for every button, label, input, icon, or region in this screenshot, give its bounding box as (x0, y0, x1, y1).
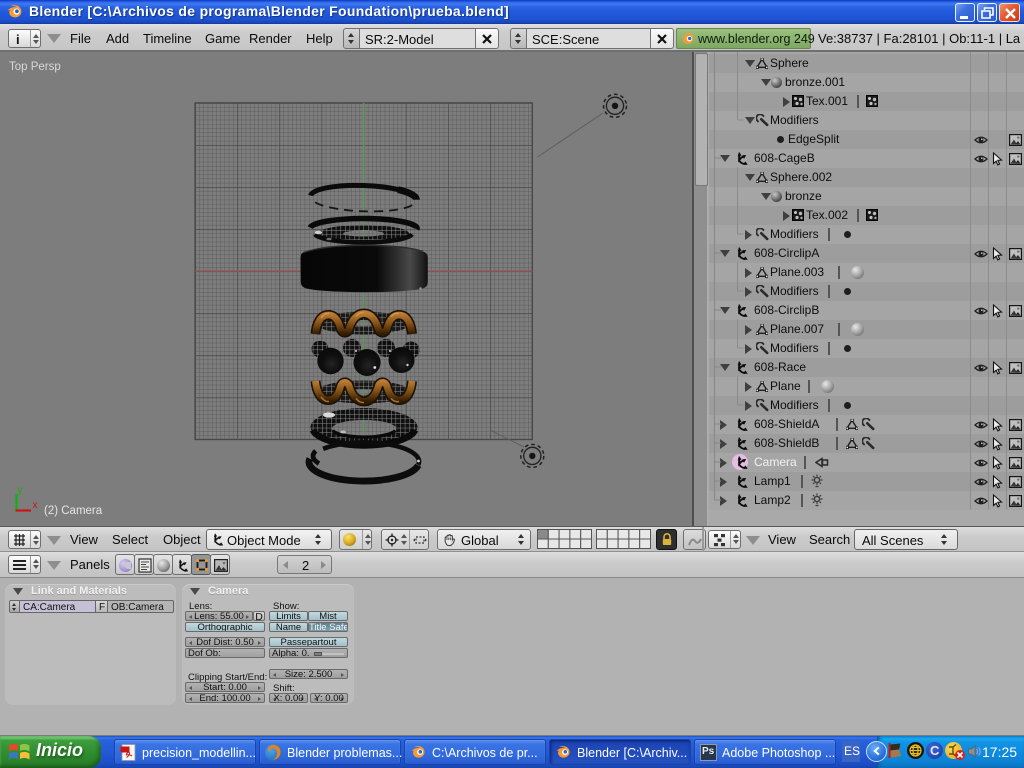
svg-text:x: x (33, 500, 38, 511)
svg-text:y: y (18, 485, 23, 496)
